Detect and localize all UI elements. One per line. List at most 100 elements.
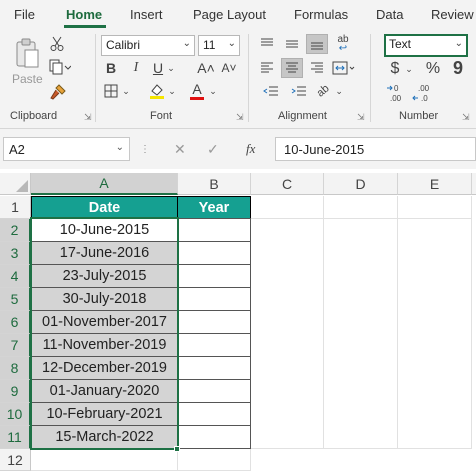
cell-a12[interactable] bbox=[31, 449, 178, 471]
column-header-f[interactable] bbox=[472, 173, 476, 195]
date-cell-a2[interactable]: 10-June-2015 bbox=[31, 218, 178, 242]
header-date-cell[interactable]: Date bbox=[31, 196, 178, 219]
bold-button[interactable]: B bbox=[103, 59, 119, 77]
year-cell-b7[interactable] bbox=[177, 333, 251, 357]
row-header-8[interactable]: 8 bbox=[0, 357, 31, 380]
enter-icon[interactable]: ✓ bbox=[207, 137, 219, 161]
clipboard-launcher-icon[interactable]: ⇲ bbox=[84, 112, 92, 123]
decrease-indent-icon[interactable] bbox=[258, 83, 284, 101]
date-cell-a7[interactable]: 11-November-2019 bbox=[31, 333, 178, 357]
font-size-select[interactable]: 11 ⌄ bbox=[198, 35, 240, 56]
date-cell-a10[interactable]: 10-February-2021 bbox=[31, 402, 178, 426]
chevron-down-icon[interactable]: ⌄ bbox=[208, 84, 218, 98]
row-header-4[interactable]: 4 bbox=[0, 265, 31, 288]
name-box[interactable]: A2 ⌄ bbox=[3, 137, 130, 161]
year-cell-b11[interactable] bbox=[177, 425, 251, 449]
row-header-2[interactable]: 2 bbox=[0, 219, 31, 242]
row-header-5[interactable]: 5 bbox=[0, 288, 31, 311]
tab-file[interactable]: File bbox=[14, 7, 35, 22]
cells-d2-d11[interactable] bbox=[324, 219, 398, 449]
tab-page-layout[interactable]: Page Layout bbox=[193, 7, 266, 22]
percent-button[interactable]: % bbox=[424, 59, 442, 79]
year-cell-b3[interactable] bbox=[177, 241, 251, 265]
date-cell-a11[interactable]: 15-March-2022 bbox=[31, 425, 178, 449]
date-cell-a6[interactable]: 01-November-2017 bbox=[31, 310, 178, 334]
merge-center-icon[interactable] bbox=[331, 59, 357, 77]
year-cell-b9[interactable] bbox=[177, 379, 251, 403]
align-center-icon[interactable] bbox=[281, 58, 303, 78]
currency-button[interactable]: $ bbox=[387, 59, 403, 79]
fill-color-icon[interactable] bbox=[147, 81, 167, 101]
chevron-down-icon[interactable]: ⌄ bbox=[404, 62, 414, 76]
number-launcher-icon[interactable]: ⇲ bbox=[462, 112, 470, 123]
column-header-e[interactable]: E bbox=[398, 173, 472, 195]
tab-data[interactable]: Data bbox=[376, 7, 403, 22]
date-cell-a8[interactable]: 12-December-2019 bbox=[31, 356, 178, 380]
insert-function-button[interactable]: fx bbox=[246, 137, 255, 161]
tab-insert[interactable]: Insert bbox=[130, 7, 163, 22]
more-options-icon[interactable]: ⋮ bbox=[140, 137, 150, 161]
year-cell-b10[interactable] bbox=[177, 402, 251, 426]
paste-label[interactable]: Paste bbox=[12, 72, 43, 86]
align-bottom-icon[interactable] bbox=[306, 34, 328, 54]
copy-icon[interactable] bbox=[48, 58, 72, 76]
row-header-7[interactable]: 7 bbox=[0, 334, 31, 357]
date-cell-a3[interactable]: 17-June-2016 bbox=[31, 241, 178, 265]
row-header-9[interactable]: 9 bbox=[0, 380, 31, 403]
italic-button[interactable]: I bbox=[128, 59, 144, 77]
cell-c1[interactable] bbox=[251, 196, 324, 219]
grow-font-button[interactable]: A˄ bbox=[197, 59, 215, 77]
align-top-icon[interactable] bbox=[258, 36, 276, 52]
column-header-d[interactable]: D bbox=[324, 173, 398, 195]
cells-e2-e11[interactable] bbox=[398, 219, 472, 449]
column-header-a[interactable]: A bbox=[31, 173, 178, 195]
date-cell-a5[interactable]: 30-July-2018 bbox=[31, 287, 178, 311]
row-header-1[interactable]: 1 bbox=[0, 196, 31, 219]
formula-input[interactable]: 10-June-2015 bbox=[275, 137, 476, 161]
chevron-down-icon[interactable]: ⌄ bbox=[166, 60, 176, 76]
chevron-down-icon[interactable]: ⌄ bbox=[121, 84, 131, 98]
increase-decimal-icon[interactable]: 0.00 bbox=[385, 82, 409, 104]
cell-b12[interactable] bbox=[178, 449, 251, 471]
borders-icon[interactable] bbox=[102, 82, 120, 100]
font-launcher-icon[interactable]: ⇲ bbox=[236, 112, 244, 123]
year-cell-b5[interactable] bbox=[177, 287, 251, 311]
cancel-icon[interactable]: ✕ bbox=[174, 137, 186, 161]
tab-formulas[interactable]: Formulas bbox=[294, 7, 348, 22]
cells-c2-c11[interactable] bbox=[251, 219, 324, 449]
row-header-10[interactable]: 10 bbox=[0, 403, 31, 426]
year-cell-b6[interactable] bbox=[177, 310, 251, 334]
align-right-icon[interactable] bbox=[308, 60, 326, 76]
underline-button[interactable]: U bbox=[150, 59, 166, 77]
paste-icon[interactable] bbox=[12, 36, 42, 70]
fill-handle[interactable] bbox=[174, 446, 180, 452]
align-middle-icon[interactable] bbox=[283, 36, 301, 52]
comma-style-button[interactable]: 9 bbox=[450, 57, 466, 79]
number-format-select[interactable]: Text ⌄ bbox=[384, 34, 468, 57]
alignment-launcher-icon[interactable]: ⇲ bbox=[357, 112, 365, 123]
increase-indent-icon[interactable] bbox=[286, 83, 312, 101]
date-cell-a4[interactable]: 23-July-2015 bbox=[31, 264, 178, 288]
format-painter-icon[interactable] bbox=[48, 82, 68, 102]
orientation-icon[interactable]: ab ⌄ bbox=[313, 81, 347, 101]
year-cell-b4[interactable] bbox=[177, 264, 251, 288]
column-header-b[interactable]: B bbox=[178, 173, 251, 195]
cell-d1[interactable] bbox=[324, 196, 398, 219]
row-header-12[interactable]: 12 bbox=[0, 449, 31, 471]
decrease-decimal-icon[interactable]: .00.0 bbox=[411, 82, 435, 104]
tab-review[interactable]: Review bbox=[431, 7, 474, 22]
wrap-text-icon[interactable]: ab ↩ bbox=[333, 34, 353, 54]
font-name-select[interactable]: Calibri ⌄ bbox=[101, 35, 195, 56]
cut-icon[interactable] bbox=[48, 35, 66, 53]
select-all-button[interactable] bbox=[0, 173, 31, 195]
chevron-down-icon[interactable]: ⌄ bbox=[167, 84, 177, 98]
shrink-font-button[interactable]: A˅ bbox=[220, 59, 238, 77]
worksheet-grid[interactable]: A B C D E 1 2 3 4 5 6 7 8 9 10 11 12 Dat… bbox=[0, 169, 476, 471]
row-header-11[interactable]: 11 bbox=[0, 426, 31, 449]
row-header-6[interactable]: 6 bbox=[0, 311, 31, 334]
align-left-icon[interactable] bbox=[258, 60, 276, 76]
year-cell-b2[interactable] bbox=[177, 218, 251, 242]
date-cell-a9[interactable]: 01-January-2020 bbox=[31, 379, 178, 403]
header-year-cell[interactable]: Year bbox=[177, 196, 251, 219]
cell-e1[interactable] bbox=[398, 196, 472, 219]
